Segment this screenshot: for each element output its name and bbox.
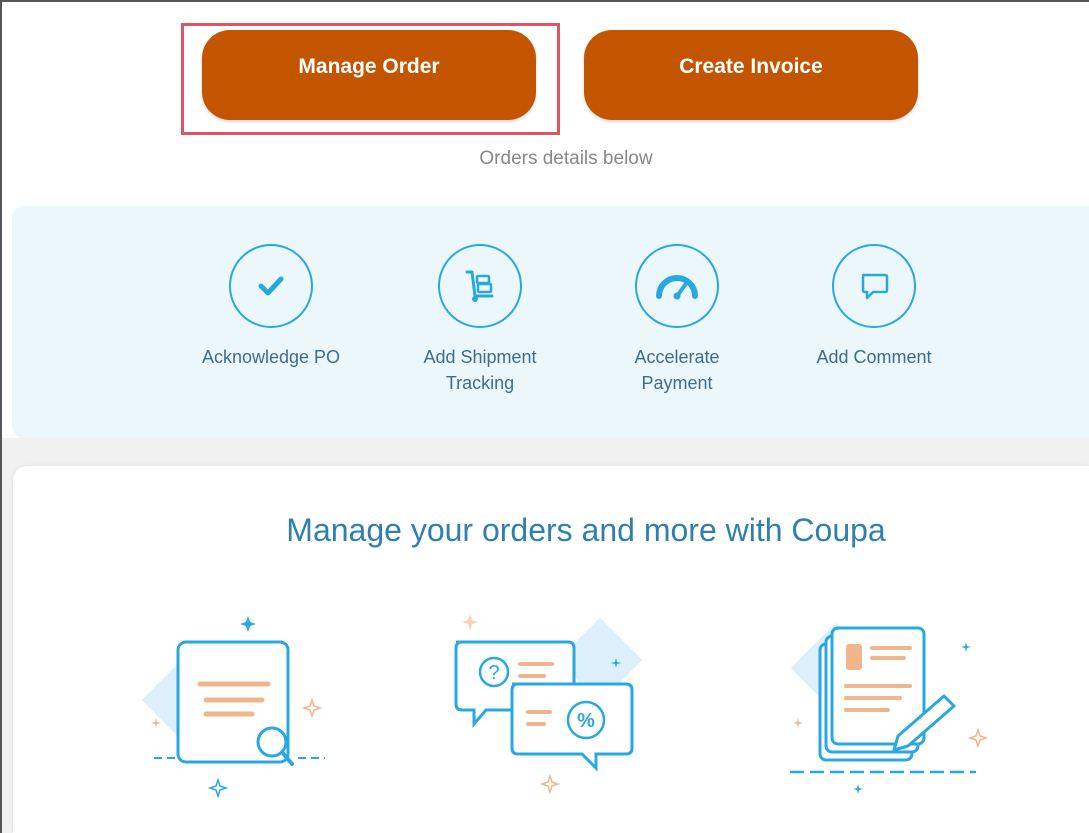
action-label: Add Shipment Tracking — [423, 347, 537, 393]
manage-order-button[interactable]: Manage Order — [202, 30, 536, 120]
action-label: Add Comment — [816, 347, 932, 367]
action-add-shipment-tracking[interactable]: Add Shipment Tracking — [385, 244, 575, 396]
checkmark-icon — [229, 244, 313, 328]
manage-order-label: Manage Order — [298, 55, 440, 78]
document-search-illustration-icon — [141, 616, 325, 799]
svg-text:%: % — [577, 710, 595, 732]
create-invoice-button[interactable]: Create Invoice — [584, 30, 918, 120]
chat-discount-illustration-icon: ? % — [454, 614, 643, 795]
promo-title: Manage your orders and more with Coupa — [286, 512, 886, 548]
svg-text:?: ? — [488, 662, 499, 684]
hand-truck-icon — [438, 244, 522, 328]
action-label: Acknowledge PO — [201, 347, 341, 367]
action-label: Accelerate Payment — [634, 347, 720, 393]
speech-bubble-icon — [832, 244, 916, 328]
orders-subtitle: Orders details below — [479, 148, 653, 169]
action-acknowledge-po[interactable]: Acknowledge PO — [176, 244, 366, 370]
document-sign-illustration-icon — [790, 622, 989, 794]
action-add-comment[interactable]: Add Comment — [779, 244, 969, 370]
speedometer-icon — [635, 244, 719, 328]
create-invoice-label: Create Invoice — [679, 55, 823, 78]
action-accelerate-payment[interactable]: Accelerate Payment — [582, 244, 772, 396]
